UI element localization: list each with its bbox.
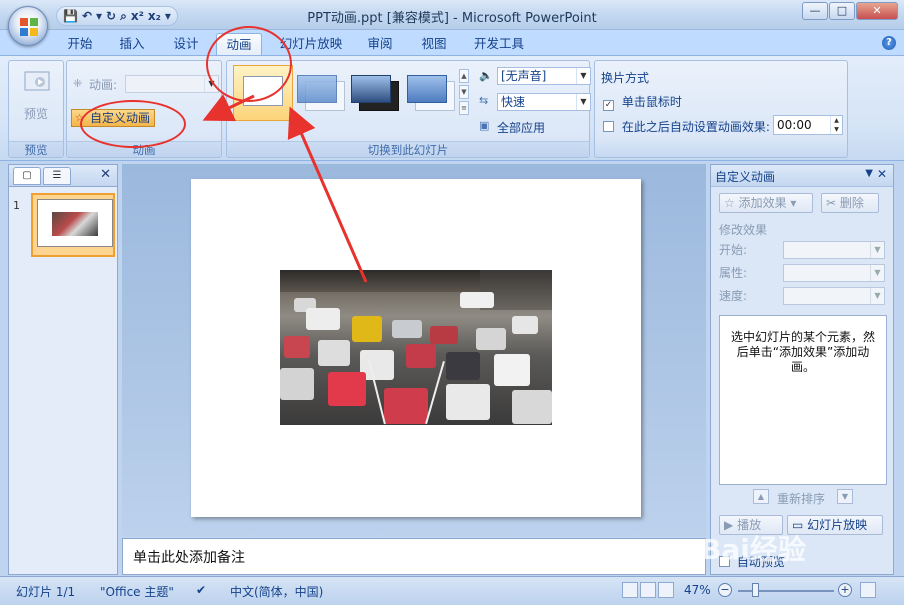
watermark: Bai经验 — [700, 533, 806, 566]
office-button[interactable] — [8, 6, 48, 46]
office-logo-icon — [20, 18, 38, 36]
annotation-arrows — [202, 94, 368, 283]
